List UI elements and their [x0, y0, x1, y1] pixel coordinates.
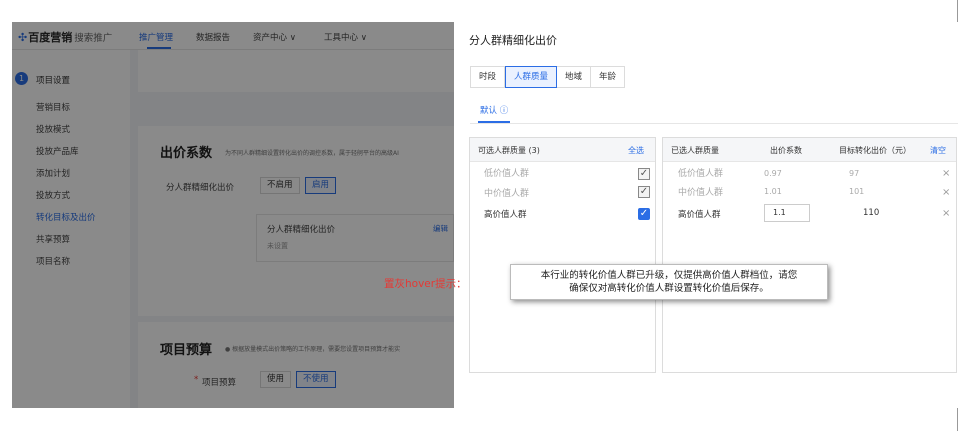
disabled-hover-tooltip: 本行业的转化价值人群已升级，仅提供高价值人群档位，请您 确保仅对高转化价值人群设… — [510, 264, 828, 300]
audience-option-mid: 中价值人群 — [484, 189, 530, 199]
tooltip-line-2: 确保仅对高转化价值人群设置转化价值后保存。 — [569, 283, 769, 294]
remove-low-icon[interactable]: × — [942, 168, 950, 179]
selected-audience-box: 已选人群质量 出价系数 目标转化出价（元） 清空 低价值人群 0.97 97 ×… — [662, 137, 957, 373]
checkbox-mid-value: ✓ — [638, 186, 650, 198]
app-background: ✣百度营销 搜索推广 推广管理 数据报告 资产中心 ∨ 工具中心 ∨ 1 项目设置… — [12, 22, 454, 408]
modal-overlay[interactable] — [12, 22, 454, 408]
select-all-link[interactable]: 全选 — [628, 145, 644, 156]
remove-high-icon[interactable]: × — [942, 208, 950, 219]
selected-row-high-target: 110 — [863, 208, 880, 218]
drawer-title: 分人群精细化出价 — [469, 34, 557, 47]
right-edge-line-top — [957, 0, 958, 22]
selected-row-low-target: 97 — [849, 169, 860, 178]
selected-row-low-coef: 0.97 — [764, 169, 782, 178]
tab-default[interactable]: 默认 ⓘ — [480, 104, 508, 116]
audience-option-high: 高价值人群 — [484, 210, 527, 220]
coef-header: 出价系数 — [770, 146, 802, 155]
tab-region[interactable]: 地域 — [557, 67, 592, 87]
tooltip-line-1: 本行业的转化价值人群已升级，仅提供高价值人群档位，请您 — [540, 270, 798, 281]
right-edge-line-bottom — [957, 408, 958, 431]
selected-row-high-label: 高价值人群 — [678, 210, 721, 220]
selected-row-mid-coef: 1.01 — [764, 187, 782, 196]
divider — [470, 123, 958, 124]
selected-header-label: 已选人群质量 — [671, 146, 719, 155]
design-annotation: 置灰hover提示： — [384, 278, 467, 290]
coef-input-high[interactable]: 1.1 — [764, 204, 810, 222]
remove-mid-icon[interactable]: × — [942, 187, 950, 198]
clear-link[interactable]: 清空 — [930, 145, 946, 156]
available-box-header: 可选人群质量 (3) 全选 — [470, 138, 655, 162]
available-header-label: 可选人群质量 (3) — [478, 146, 540, 155]
selected-row-mid-label: 中价值人群 — [678, 188, 724, 198]
target-bid-header: 目标转化出价（元） — [839, 146, 911, 155]
tab-age[interactable]: 年龄 — [591, 67, 625, 87]
tab-audience-quality[interactable]: 人群质量 — [505, 66, 558, 88]
selected-row-low-label: 低价值人群 — [678, 169, 724, 179]
audience-option-low: 低价值人群 — [484, 169, 530, 179]
dimension-tabs: 时段 人群质量 地域 年龄 — [470, 66, 626, 88]
checkbox-low-value: ✓ — [638, 168, 650, 180]
tab-time[interactable]: 时段 — [471, 67, 506, 87]
available-audience-box: 可选人群质量 (3) 全选 低价值人群 ✓ 中价值人群 ✓ 高价值人群 ✓ — [469, 137, 656, 373]
checkbox-high-value[interactable]: ✓ — [638, 208, 650, 220]
selected-box-header: 已选人群质量 出价系数 目标转化出价（元） 清空 — [663, 138, 956, 162]
selected-row-mid-target: 101 — [849, 187, 865, 196]
